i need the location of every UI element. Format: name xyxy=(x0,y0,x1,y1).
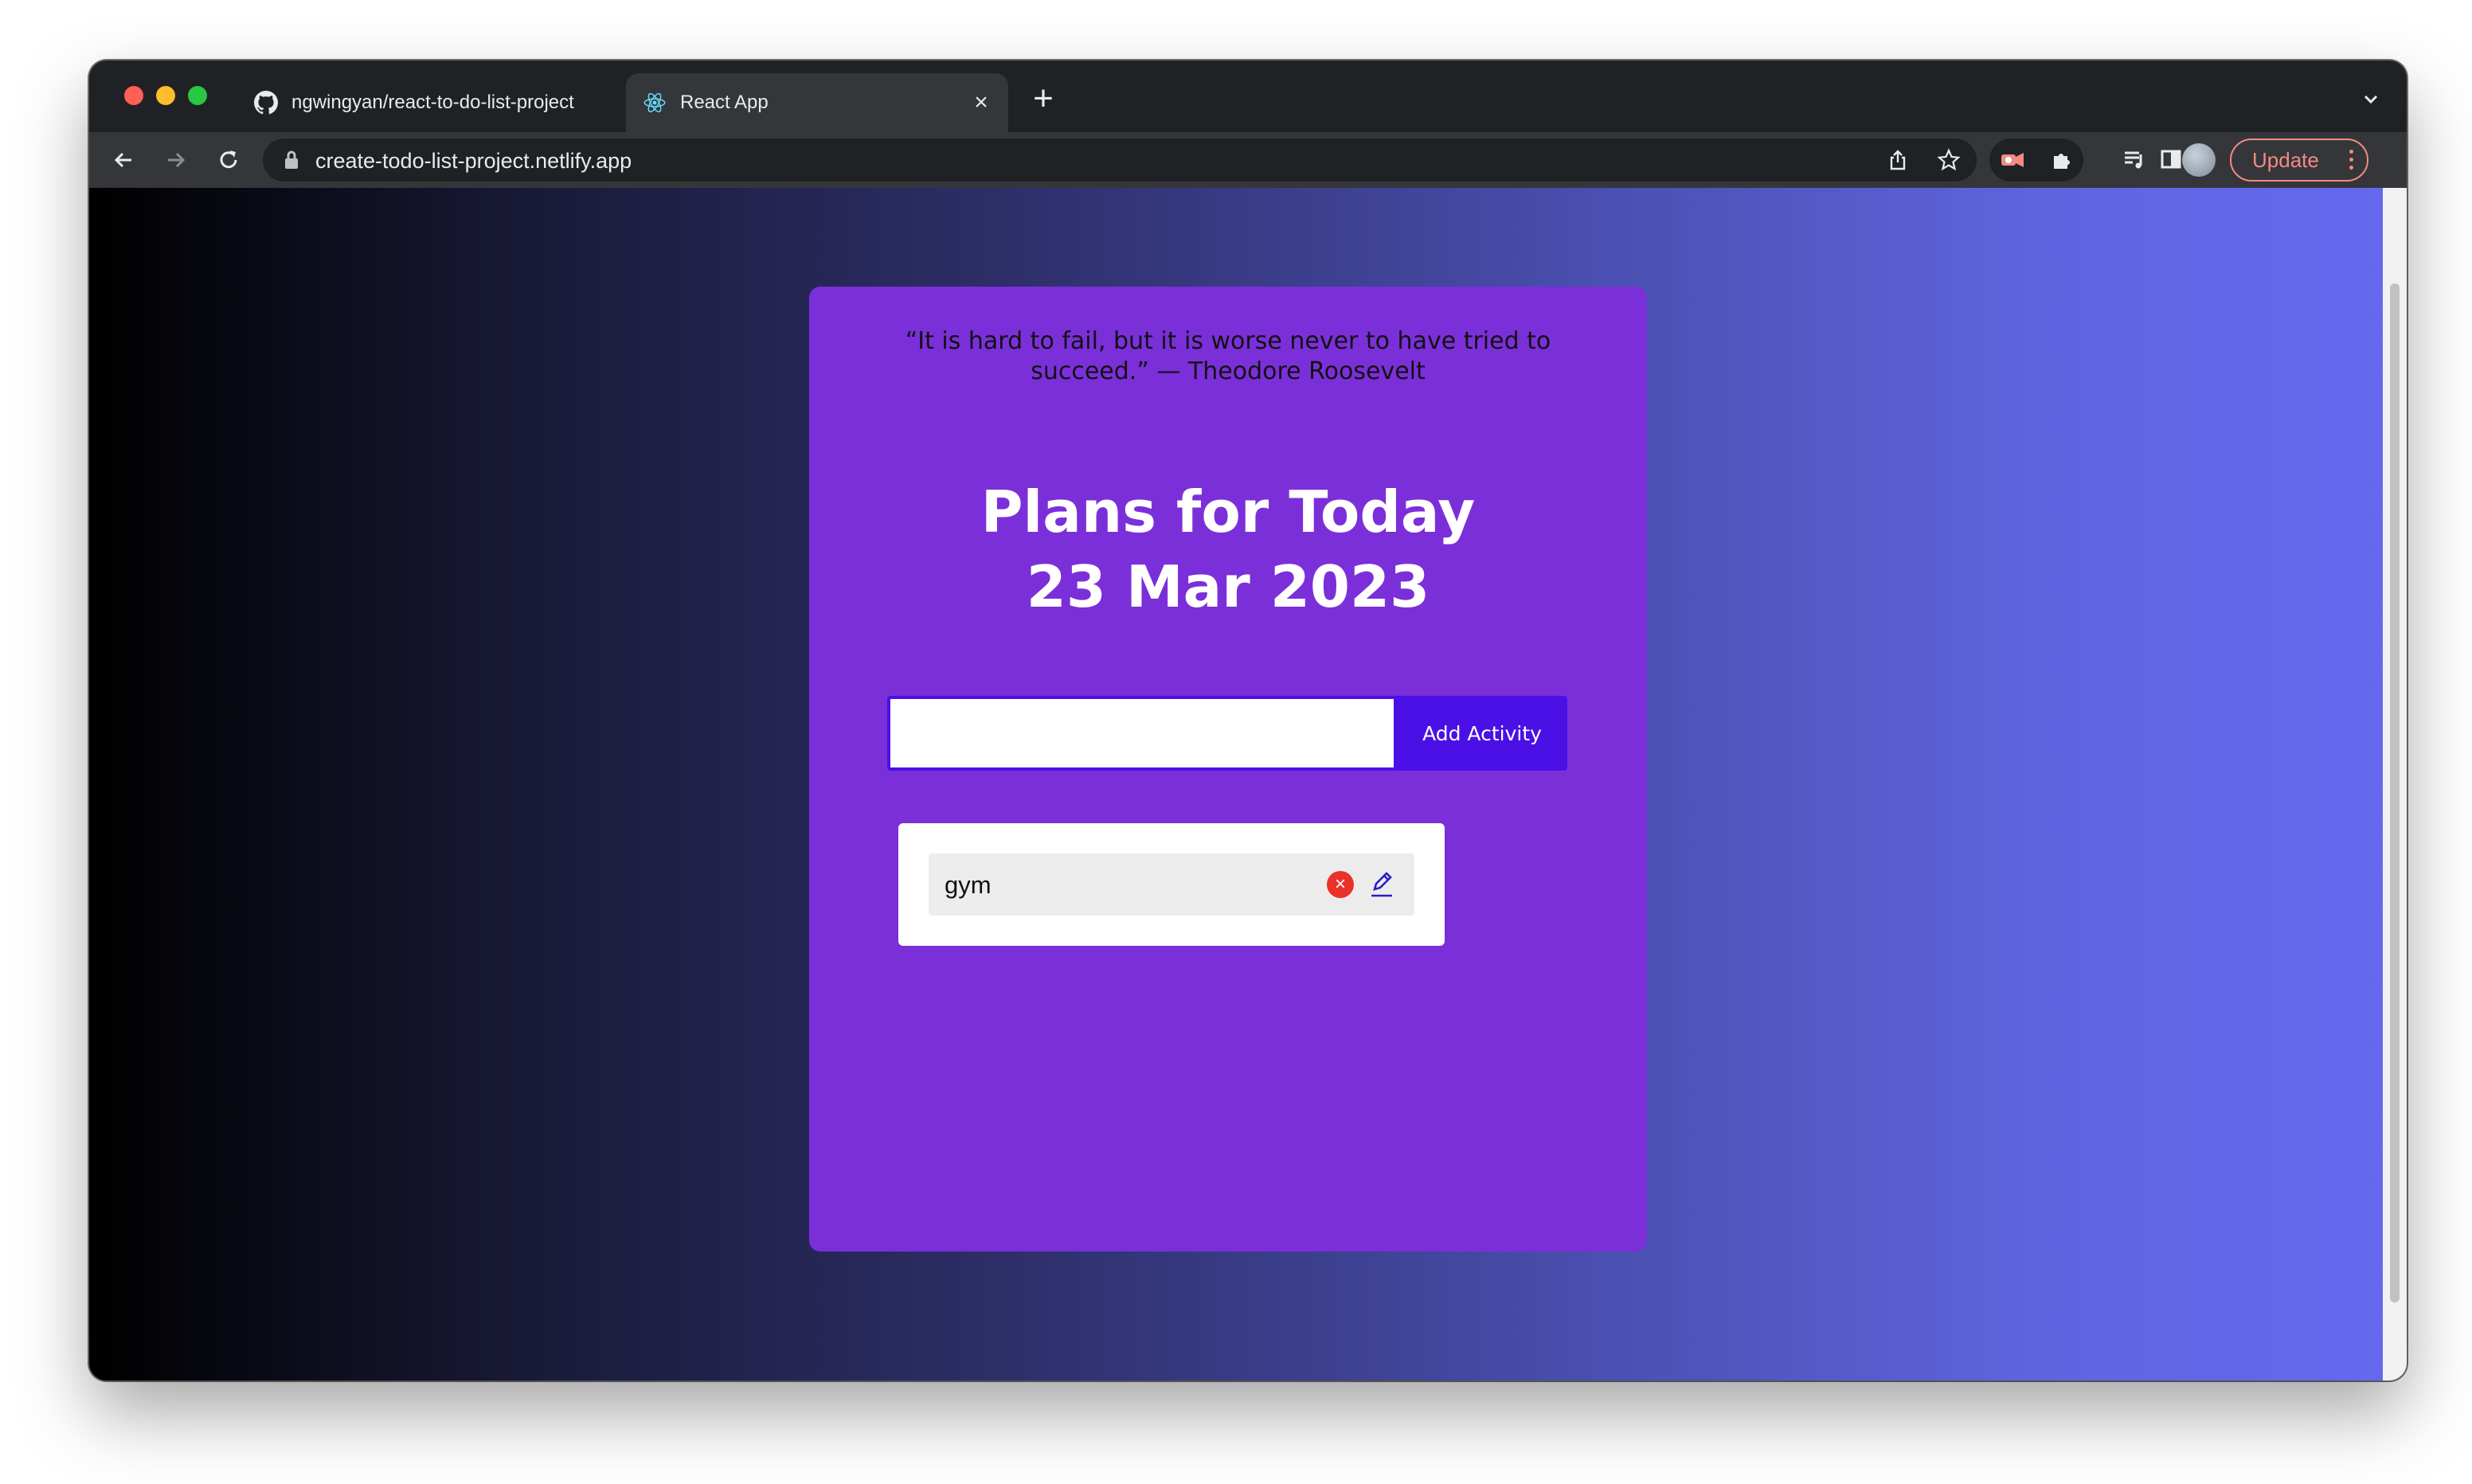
lock-icon xyxy=(285,150,298,169)
profile-avatar[interactable] xyxy=(2182,143,2216,177)
arrow-left-icon xyxy=(114,152,131,168)
tab-strip: ngwingyan/react-to-do-list-project × Rea… xyxy=(89,61,2407,132)
reload-icon xyxy=(220,150,237,169)
list-item: gym × xyxy=(929,853,1414,916)
todo-card: “It is hard to fail, but it is worse nev… xyxy=(809,287,1647,1252)
address-bar[interactable]: create-todo-list-project.netlify.app xyxy=(263,139,1977,182)
close-icon[interactable]: × xyxy=(970,91,992,115)
activity-input[interactable] xyxy=(887,696,1397,771)
add-activity-button[interactable]: Add Activity xyxy=(1397,696,1567,771)
maximize-window-button[interactable] xyxy=(188,86,207,105)
chevron-down-icon[interactable] xyxy=(2359,88,2383,111)
star-icon[interactable] xyxy=(1935,146,1962,174)
github-icon xyxy=(253,90,279,115)
quote-line: succeed.” — Theodore Roosevelt xyxy=(1031,357,1426,385)
puzzle-icon[interactable] xyxy=(2048,146,2075,174)
browser-window: ngwingyan/react-to-do-list-project × Rea… xyxy=(89,61,2407,1381)
update-button[interactable]: Update xyxy=(2230,139,2368,182)
arrow-right-icon xyxy=(168,152,186,168)
more-menu-icon xyxy=(2349,150,2354,174)
quote-line: “It is hard to fail, but it is worse nev… xyxy=(905,327,1551,355)
tab-title: React App xyxy=(680,92,769,113)
delete-icon[interactable]: × xyxy=(1327,871,1354,898)
scrollbar[interactable] xyxy=(2383,188,2407,1381)
tab-react-app[interactable]: React App × xyxy=(626,73,1008,132)
media-queue-icon[interactable] xyxy=(2118,143,2150,175)
page-viewport: “It is hard to fail, but it is worse nev… xyxy=(89,188,2407,1381)
share-icon[interactable] xyxy=(1884,146,1911,174)
react-icon xyxy=(642,90,667,115)
forward-button[interactable] xyxy=(159,143,193,177)
quote: “It is hard to fail, but it is worse nev… xyxy=(809,326,1647,387)
reload-button[interactable] xyxy=(212,143,245,177)
close-window-button[interactable] xyxy=(124,86,143,105)
scroll-thumb[interactable] xyxy=(2390,283,2400,1302)
date-text: 23 Mar 2023 xyxy=(1026,553,1430,620)
browser-toolbar: create-todo-list-project.netlify.app Upd… xyxy=(89,132,2407,188)
minimize-window-button[interactable] xyxy=(156,86,175,105)
activity-list: gym × xyxy=(898,823,1445,946)
tab-title: ngwingyan/react-to-do-list-project xyxy=(291,92,574,113)
page-title: Plans for Today 23 Mar 2023 xyxy=(809,474,1647,624)
update-label: Update xyxy=(2252,147,2319,172)
record-extension-icon[interactable] xyxy=(1999,146,2026,174)
url-text: create-todo-list-project.netlify.app xyxy=(315,149,632,173)
extensions-pill xyxy=(1989,139,2083,182)
item-text: gym xyxy=(945,871,992,899)
title-text: Plans for Today xyxy=(980,478,1476,545)
new-tab-button[interactable]: + xyxy=(1026,81,1061,118)
back-button[interactable] xyxy=(107,143,140,177)
pencil-icon[interactable] xyxy=(1368,868,1395,900)
